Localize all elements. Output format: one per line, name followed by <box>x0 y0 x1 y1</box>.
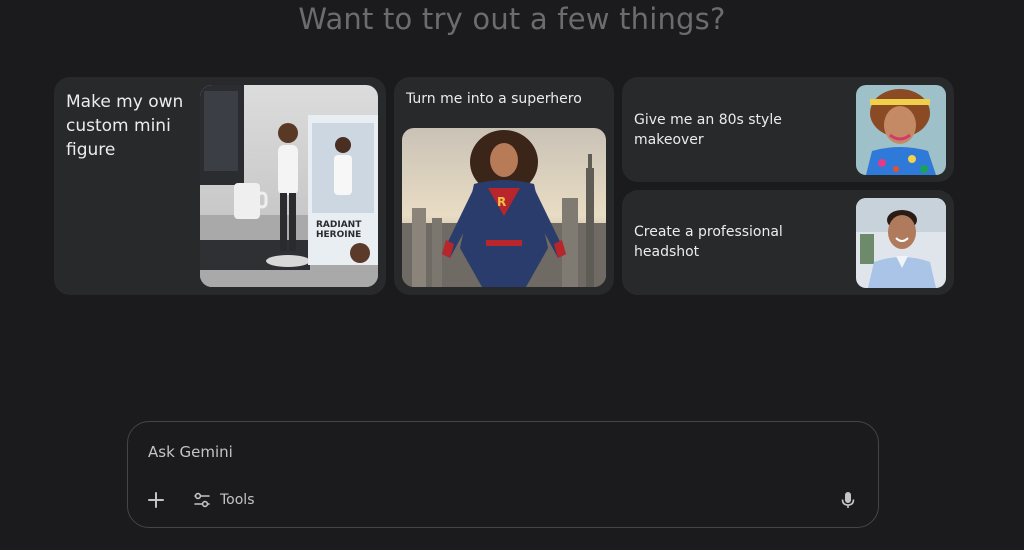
plus-icon <box>144 492 168 516</box>
prompt-input[interactable] <box>148 440 808 464</box>
page-headline: Want to try out a few things? <box>298 2 726 36</box>
suggestion-label: Create a professional headshot <box>634 224 783 260</box>
microphone-icon <box>836 492 860 516</box>
superhero-thumbnail: R <box>402 128 606 287</box>
gemini-home: Want to try out a few things? Make my ow… <box>0 0 1024 550</box>
suggestion-label: Make my own custom mini figure <box>66 92 184 160</box>
headshot-thumbnail <box>856 198 946 288</box>
svg-text:HEROINE: HEROINE <box>316 230 361 240</box>
suggestion-card-80s-makeover[interactable]: Give me an 80s style makeover <box>622 77 954 182</box>
suggestion-card-headshot[interactable]: Create a professional headshot <box>622 190 954 295</box>
mini-figure-thumbnail: RADIANT HEROINE <box>200 85 378 287</box>
tools-label: Tools <box>220 492 255 508</box>
suggestion-label: Give me an 80s style makeover <box>634 112 782 148</box>
suggestion-card-mini-figure[interactable]: Make my own custom mini figure RADIANT H… <box>54 77 386 295</box>
80s-makeover-thumbnail <box>856 85 946 175</box>
suggestion-card-superhero[interactable]: Turn me into a superhero R <box>394 77 614 295</box>
svg-text:R: R <box>497 195 506 209</box>
tools-icon <box>192 490 212 510</box>
microphone-button[interactable] <box>836 488 860 512</box>
tools-button[interactable]: Tools <box>192 488 255 512</box>
suggestion-label: Turn me into a superhero <box>406 91 582 107</box>
add-button[interactable] <box>144 488 168 512</box>
svg-text:RADIANT: RADIANT <box>316 220 362 230</box>
prompt-box: Tools <box>127 421 879 528</box>
